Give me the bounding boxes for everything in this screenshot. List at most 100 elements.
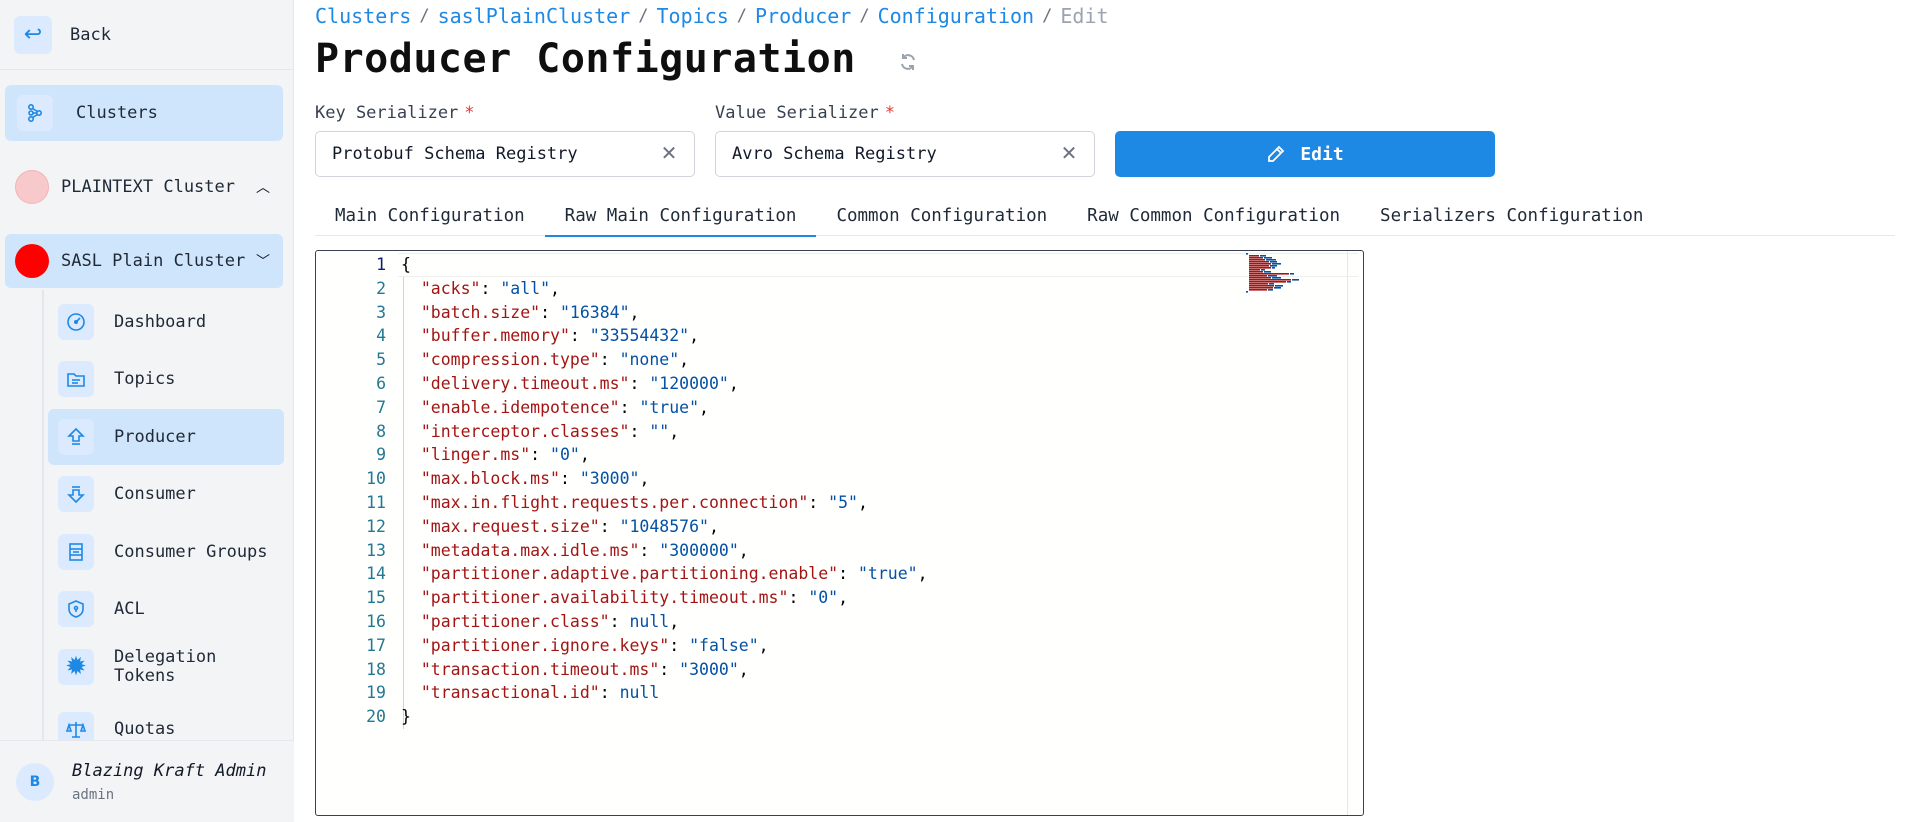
tab-main-configuration[interactable]: Main Configuration bbox=[315, 195, 545, 236]
line-number: 7 bbox=[376, 397, 386, 417]
json-key: "transaction.timeout.ms" bbox=[420, 659, 660, 679]
value-serializer-label: Value Serializer * bbox=[715, 103, 895, 123]
cluster-nodes-icon bbox=[17, 95, 53, 131]
editor-scrollbar[interactable] bbox=[1347, 251, 1363, 815]
code-line: "transaction.timeout.ms": "3000", bbox=[420, 659, 749, 679]
json-value: "true" bbox=[857, 564, 918, 584]
line-number: 4 bbox=[376, 326, 386, 346]
json-value: "0" bbox=[808, 588, 839, 608]
back-label: Back bbox=[70, 24, 111, 45]
json-key: "compression.type" bbox=[420, 350, 600, 370]
required-mark: * bbox=[464, 103, 475, 123]
breadcrumb-clusters[interactable]: Clusters bbox=[315, 4, 411, 28]
cluster-item-sasl-plain[interactable]: SASL Plain Cluster ﹀ bbox=[5, 234, 283, 288]
refresh-icon[interactable] bbox=[895, 49, 921, 75]
page-title: Producer Configuration bbox=[315, 36, 856, 82]
clear-icon[interactable]: ✕ bbox=[658, 141, 680, 165]
breadcrumb-producer[interactable]: Producer bbox=[755, 4, 851, 28]
sidebar-item-label: Clusters bbox=[76, 103, 158, 123]
upload-arrow-icon bbox=[58, 419, 94, 455]
sidebar-item-quotas[interactable]: Quotas bbox=[48, 700, 284, 740]
sidebar-item-label: Producer bbox=[114, 426, 196, 447]
download-arrow-icon bbox=[58, 476, 94, 512]
code-line: { bbox=[401, 255, 411, 274]
json-value: "" bbox=[649, 421, 670, 441]
line-number: 13 bbox=[366, 540, 386, 560]
edit-button[interactable]: Edit bbox=[1115, 131, 1495, 177]
sidebar-item-consumer-groups[interactable]: Consumer Groups bbox=[48, 524, 284, 580]
code-line: "acks": "all", bbox=[420, 278, 560, 298]
gear-icon: ✹ bbox=[58, 649, 94, 685]
sidebar-item-acl[interactable]: ACL bbox=[48, 581, 284, 637]
json-key: "enable.idempotence" bbox=[420, 397, 620, 417]
tab-common-configuration[interactable]: Common Configuration bbox=[816, 195, 1067, 236]
sidebar-item-delegation-tokens[interactable]: ✹ Delegation Tokens bbox=[48, 639, 284, 695]
clear-icon[interactable]: ✕ bbox=[1058, 141, 1080, 165]
line-number-gutter: 1 2 3 4 5 6 7 8 9 10 11 12 13 14 15 16 17 18 19 20 bbox=[316, 251, 386, 815]
line-number: 10 bbox=[366, 469, 386, 489]
breadcrumb-separator: / bbox=[638, 6, 649, 26]
tab-raw-main-configuration[interactable]: Raw Main Configuration bbox=[544, 195, 817, 237]
code-line: "metadata.max.idle.ms": "300000", bbox=[420, 540, 749, 560]
json-value: "16384" bbox=[559, 302, 630, 322]
json-key: "linger.ms" bbox=[420, 445, 531, 465]
cluster-item-plaintext[interactable]: PLAINTEXT Cluster ︿ bbox=[5, 160, 283, 214]
code-minimap[interactable] bbox=[1246, 253, 1316, 297]
json-key: "metadata.max.idle.ms" bbox=[420, 540, 640, 560]
breadcrumb-configuration[interactable]: Configuration bbox=[878, 4, 1035, 28]
line-number: 16 bbox=[366, 612, 386, 631]
json-value: "0" bbox=[550, 445, 580, 465]
gauge-icon bbox=[58, 304, 94, 340]
back-arrow-icon: ↩ bbox=[14, 15, 52, 54]
cluster-color-dot bbox=[15, 170, 49, 204]
line-number: 20 bbox=[366, 707, 386, 727]
shield-icon bbox=[58, 591, 94, 627]
sidebar-item-consumer[interactable]: Consumer bbox=[48, 466, 284, 522]
json-value: "300000" bbox=[659, 540, 739, 560]
json-value: null bbox=[619, 683, 660, 703]
tree-line bbox=[42, 290, 44, 740]
value-serializer-label-text: Value Serializer bbox=[715, 103, 879, 123]
sidebar-item-dashboard[interactable]: Dashboard bbox=[48, 294, 284, 350]
sidebar-item-topics[interactable]: Topics bbox=[48, 351, 284, 407]
key-serializer-select[interactable]: Protobuf Schema Registry ✕ bbox=[315, 131, 695, 177]
avatar: B bbox=[16, 762, 54, 801]
breadcrumb-separator: / bbox=[859, 6, 870, 26]
breadcrumb-cluster[interactable]: saslPlainCluster bbox=[438, 4, 631, 28]
edit-button-label: Edit bbox=[1300, 143, 1344, 165]
code-content[interactable]: { "acks": "all", "batch.size": "16384", … bbox=[401, 253, 928, 729]
key-serializer-label: Key Serializer * bbox=[315, 103, 475, 123]
code-line: "partitioner.class": null, bbox=[420, 611, 680, 631]
code-line: "interceptor.classes": "", bbox=[420, 421, 680, 441]
code-line: "max.in.flight.requests.per.connection":… bbox=[420, 492, 868, 512]
line-number: 17 bbox=[366, 635, 386, 655]
json-key: "partitioner.availability.timeout.ms" bbox=[420, 588, 789, 608]
back-button[interactable]: ↩ Back bbox=[0, 0, 294, 70]
line-number: 8 bbox=[376, 421, 386, 441]
code-line: "compression.type": "none", bbox=[420, 350, 690, 370]
sidebar-item-label: Dashboard bbox=[114, 311, 207, 332]
cluster-color-dot bbox=[15, 244, 49, 278]
json-value: "33554432" bbox=[589, 326, 690, 346]
sidebar-item-label: Topics bbox=[114, 368, 176, 389]
sidebar-item-producer[interactable]: Producer bbox=[48, 409, 284, 465]
breadcrumb-topics[interactable]: Topics bbox=[656, 4, 728, 28]
value-serializer-select[interactable]: Avro Schema Registry ✕ bbox=[715, 131, 1095, 177]
json-key: "buffer.memory" bbox=[420, 326, 570, 346]
chevron-down-icon[interactable]: ﹀ bbox=[251, 251, 275, 271]
key-serializer-value: Protobuf Schema Registry bbox=[332, 144, 578, 164]
sidebar-item-label: ACL bbox=[114, 598, 145, 619]
tab-serializers-configuration[interactable]: Serializers Configuration bbox=[1360, 195, 1663, 236]
code-line: "partitioner.ignore.keys": "false", bbox=[420, 635, 769, 655]
json-code-editor[interactable]: 1 2 3 4 5 6 7 8 9 10 11 12 13 14 15 16 17 18 19 20 { "acks"… bbox=[315, 250, 1364, 816]
tab-raw-common-configuration[interactable]: Raw Common Configuration bbox=[1067, 195, 1360, 236]
sidebar-item-clusters[interactable]: Clusters bbox=[5, 85, 283, 141]
code-line: "max.block.ms": "3000", bbox=[420, 469, 650, 489]
code-line: "max.request.size": "1048576", bbox=[420, 516, 719, 536]
chevron-up-icon[interactable]: ︿ bbox=[251, 177, 275, 197]
code-line: "transactional.id": null bbox=[420, 683, 660, 703]
line-number: 2 bbox=[376, 278, 386, 298]
json-value: "3000" bbox=[679, 659, 739, 679]
user-profile[interactable]: B Blazing Kraft Admin admin bbox=[0, 740, 294, 822]
json-key: "partitioner.adaptive.partitioning.enabl… bbox=[420, 564, 839, 584]
